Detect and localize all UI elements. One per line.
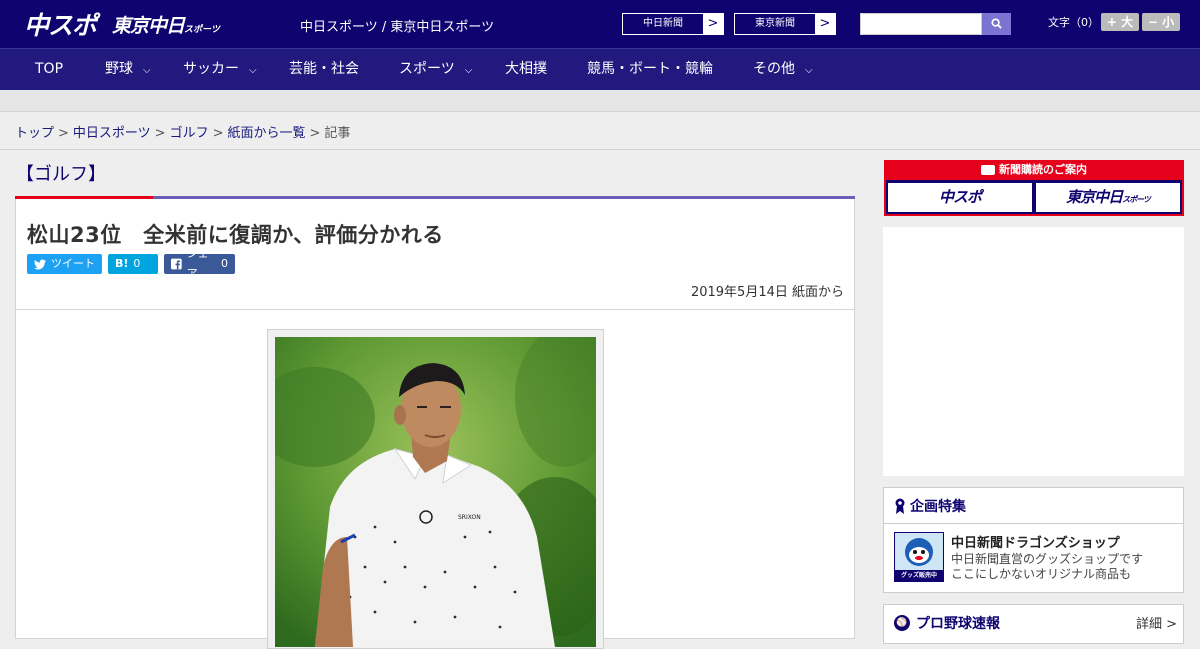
- chevron-down-icon: ⌵: [805, 65, 813, 76]
- tokyo-shimbun-label: 東京新聞: [755, 18, 795, 29]
- chevron-right-icon: >: [815, 14, 835, 34]
- newspaper-icon: [981, 165, 995, 175]
- subscribe-tokyo-chunichi-button[interactable]: 東京中日スポーツ: [1036, 183, 1180, 212]
- baseball-detail-link[interactable]: 詳細 >: [1136, 613, 1177, 632]
- chuspo-logo[interactable]: 中スポ: [24, 6, 97, 42]
- shop-badge-text: グッズ販売中: [900, 572, 937, 579]
- baseball-scores-header: ⚾ プロ野球速報: [894, 613, 1000, 633]
- tokyo-chunichi-logo-sub: スポーツ: [184, 25, 220, 35]
- dragons-shop-item[interactable]: グッズ販売中 中日新聞ドラゴンズショップ 中日新聞直営のグッズショップです ここ…: [884, 524, 1183, 592]
- sub-nav-strip: [0, 90, 1200, 112]
- breadcrumb-separator: >: [154, 126, 166, 141]
- shop-description: 中日新聞直営のグッズショップです ここにしかないオリジナル商品も: [951, 552, 1143, 582]
- nav-item-entertainment[interactable]: 芸能・社会: [289, 49, 359, 90]
- breadcrumb-paper-list[interactable]: 紙面から一覧: [228, 126, 306, 141]
- nav-item-label: 野球: [105, 61, 133, 77]
- nav-item-label: サッカー: [183, 61, 239, 77]
- nav-item-baseball[interactable]: 野球 ⌵: [105, 49, 151, 90]
- golfer-photo[interactable]: SRIXON: [275, 337, 596, 647]
- feature-section: 企画特集 グッズ販売中 中日新聞ドラゴンズショップ 中日新聞直営のグッズショップ…: [883, 487, 1184, 593]
- font-smaller-button[interactable]: − 小: [1142, 13, 1180, 31]
- baseball-scores-section: ⚾ プロ野球速報 詳細 >: [883, 604, 1184, 644]
- breadcrumb: トップ > 中日スポーツ > ゴルフ > 紙面から一覧 > 記事: [15, 122, 350, 141]
- nav-item-label: 大相撲: [505, 61, 547, 77]
- subscription-options: 中スポ 東京中日スポーツ: [886, 180, 1182, 212]
- chevron-down-icon: ⌵: [143, 65, 151, 76]
- facebook-share-button[interactable]: シェア 0: [164, 247, 235, 280]
- breadcrumb-current: 記事: [324, 126, 351, 141]
- tokyo-chunichi-logo[interactable]: 東京中日スポーツ: [112, 11, 220, 38]
- nav-item-other[interactable]: その他 ⌵: [753, 49, 813, 90]
- hatena-icon: B!: [115, 257, 129, 270]
- breadcrumb-separator: >: [212, 126, 224, 141]
- dragons-shop-icon: グッズ販売中: [894, 532, 944, 582]
- feature-title: 企画特集: [910, 498, 966, 515]
- advertisement-slot[interactable]: [883, 227, 1184, 476]
- article-divider: [16, 309, 854, 310]
- tokyo-chunichi-logo-text: 東京中日: [112, 15, 185, 37]
- article-photo-frame: SRIXON: [267, 329, 604, 649]
- feature-header: 企画特集: [884, 488, 1183, 524]
- article-card: 松山23位 全米前に復調か、評価分かれる ツイート B! 0 シェア 0 201…: [15, 199, 855, 649]
- breadcrumb-golf[interactable]: ゴルフ: [170, 126, 209, 141]
- subscribe-chuspo-button[interactable]: 中スポ: [888, 183, 1032, 212]
- breadcrumb-divider: [0, 149, 1200, 150]
- site-header: 中スポ 東京中日スポーツ 中日スポーツ / 東京中日スポーツ 中日新聞 > 東京…: [0, 0, 1200, 48]
- baseball-scores-title: プロ野球速報: [916, 616, 1000, 632]
- chevron-down-icon: ⌵: [464, 65, 473, 76]
- facebook-icon: [171, 258, 182, 270]
- chunichi-shimbun-link[interactable]: 中日新聞 >: [622, 13, 724, 35]
- nav-item-racing[interactable]: 競馬・ボート・競輪: [587, 49, 713, 90]
- facebook-share-count: 0: [221, 257, 228, 270]
- font-size-label: 文字（0）: [1048, 16, 1099, 29]
- subscription-banner[interactable]: 新聞購読のご案内 中スポ 東京中日スポーツ: [884, 160, 1184, 216]
- golfer-photo-illustration: SRIXON: [275, 337, 596, 647]
- nav-item-label: スポーツ: [399, 61, 455, 77]
- twitter-bird-icon: [34, 259, 46, 269]
- hatena-bookmark-button[interactable]: B! 0: [108, 254, 158, 274]
- shop-description-line: ここにしかないオリジナル商品も: [951, 567, 1132, 581]
- subscription-title-text: 新聞購読のご案内: [999, 163, 1087, 176]
- svg-text:SRIXON: SRIXON: [458, 514, 481, 521]
- nav-item-label: 芸能・社会: [289, 61, 359, 77]
- shop-description-line: 中日新聞直営のグッズショップです: [951, 552, 1144, 566]
- nav-item-sports[interactable]: スポーツ ⌵: [399, 49, 472, 90]
- breadcrumb-top[interactable]: トップ: [15, 126, 54, 141]
- nav-item-sumo[interactable]: 大相撲: [505, 49, 547, 90]
- subscribe-tokyo-chunichi-sub: スポーツ: [1122, 195, 1151, 204]
- chevron-down-icon: ⌵: [249, 65, 257, 76]
- hatena-count: 0: [133, 257, 141, 270]
- article-category: 【ゴルフ】: [16, 164, 106, 185]
- article-date: 2019年5月14日 紙面から: [690, 285, 844, 300]
- chunichi-shimbun-label: 中日新聞: [643, 18, 683, 29]
- site-name: 中日スポーツ / 東京中日スポーツ: [300, 20, 495, 35]
- nav-item-label: 競馬・ボート・競輪: [587, 61, 713, 77]
- search-icon: [991, 18, 1002, 29]
- breadcrumb-chunichi-sports[interactable]: 中日スポーツ: [73, 126, 151, 141]
- search-input[interactable]: [860, 13, 982, 35]
- subscribe-tokyo-chunichi-label: 東京中日: [1066, 188, 1123, 206]
- ribbon-icon: [895, 498, 905, 514]
- nav-item-label: その他: [753, 61, 795, 77]
- tokyo-shimbun-link[interactable]: 東京新聞 >: [734, 13, 836, 35]
- breadcrumb-separator: >: [309, 126, 321, 141]
- tweet-button[interactable]: ツイート: [27, 254, 102, 274]
- article-headline: 松山23位 全米前に復調か、評価分かれる: [27, 223, 444, 247]
- share-buttons: ツイート B! 0 シェア 0: [27, 247, 235, 280]
- nav-item-soccer[interactable]: サッカー ⌵: [183, 49, 257, 90]
- tweet-label: ツイート: [51, 257, 95, 270]
- font-larger-button[interactable]: + 大: [1101, 13, 1139, 31]
- nav-item-label: TOP: [35, 61, 64, 77]
- search-button[interactable]: [982, 13, 1011, 35]
- facebook-share-label: シェア: [186, 247, 209, 280]
- breadcrumb-separator: >: [58, 126, 69, 141]
- shop-title[interactable]: 中日新聞ドラゴンズショップ: [951, 532, 1120, 551]
- subscription-title: 新聞購読のご案内: [886, 160, 1182, 180]
- nav-item-top[interactable]: TOP: [35, 49, 63, 90]
- baseball-icon: ⚾: [894, 615, 910, 631]
- chevron-right-icon: >: [703, 14, 723, 34]
- main-nav: TOP 野球 ⌵ サッカー ⌵ 芸能・社会 スポーツ ⌵ 大相撲 競馬・ボート・競輪 …: [0, 48, 1200, 90]
